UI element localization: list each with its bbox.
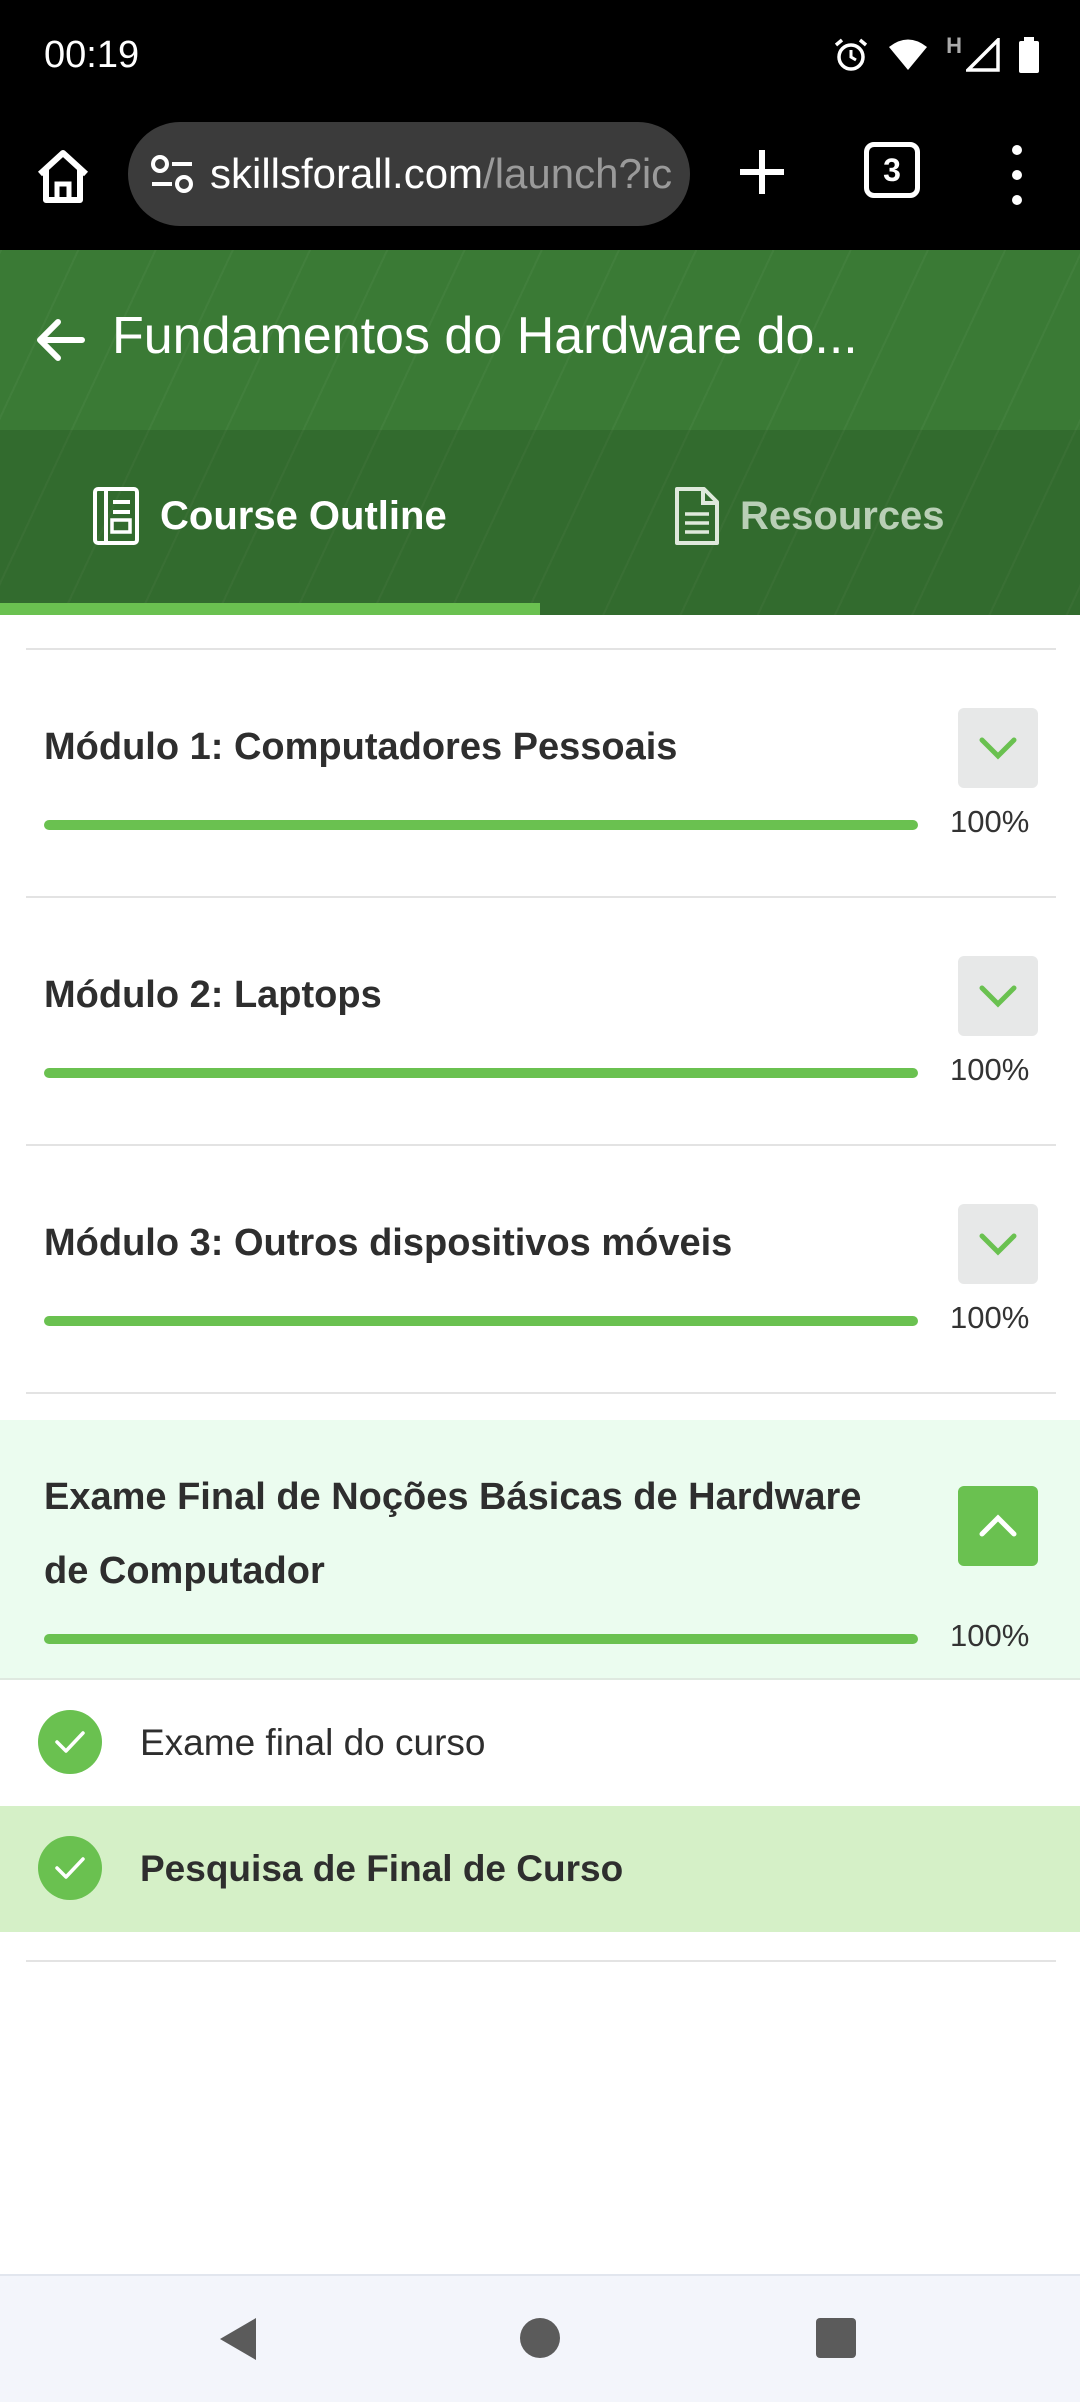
module-3-expand-button[interactable] <box>958 1204 1038 1284</box>
wifi-icon <box>889 39 928 70</box>
final-exam-section[interactable]: Exame Final de Noções Básicas de Hardwar… <box>0 1420 1080 1680</box>
module-title: Módulo 1: Computadores Pessoais <box>44 726 678 768</box>
url-text[interactable]: skillsforall.com/launch?ic <box>210 150 672 198</box>
chevron-down-icon <box>979 737 1017 760</box>
tab-course-outline-label: Course Outline <box>160 494 447 538</box>
system-nav-bar <box>0 2274 1080 2402</box>
nav-home-icon[interactable] <box>520 2318 560 2358</box>
list-item-label: Exame final do curso <box>140 1722 486 1763</box>
exam-progress-label: 100% <box>950 1618 1030 1653</box>
more-vert-icon[interactable] <box>1000 140 1034 210</box>
active-tab-indicator <box>0 603 540 615</box>
divider <box>26 1960 1056 1962</box>
module-progress-bar <box>44 1068 918 1078</box>
browser-toolbar: skillsforall.com/launch?ic 3 <box>0 118 1080 250</box>
list-item-label: Pesquisa de Final de Curso <box>140 1848 624 1889</box>
url-path: /launch?ic <box>483 150 673 197</box>
module-2-expand-button[interactable] <box>958 956 1038 1036</box>
divider <box>26 1144 1056 1146</box>
module-2[interactable]: Módulo 2: Laptops 100% <box>0 948 1080 1148</box>
nav-recents-icon[interactable] <box>816 2318 856 2358</box>
tab-course-outline[interactable]: Course Outline <box>0 430 540 615</box>
module-progress-label: 100% <box>950 1300 1030 1335</box>
site-settings-icon[interactable] <box>150 154 194 194</box>
document-icon <box>675 487 719 545</box>
exam-collapse-button[interactable] <box>958 1486 1038 1566</box>
back-arrow-icon[interactable] <box>30 310 90 370</box>
chevron-down-icon <box>979 1233 1017 1256</box>
completed-check-icon <box>38 1836 102 1900</box>
list-item-pesquisa-final[interactable]: Pesquisa de Final de Curso <box>0 1806 1080 1932</box>
url-host: skillsforall.com <box>210 150 484 197</box>
tab-switcher-button[interactable]: 3 <box>864 142 920 198</box>
module-progress-label: 100% <box>950 804 1030 839</box>
module-title: Módulo 2: Laptops <box>44 974 382 1016</box>
module-progress-bar <box>44 820 918 830</box>
chevron-up-icon <box>979 1514 1017 1537</box>
divider <box>26 1392 1056 1394</box>
status-bar: 00:19 H <box>0 0 1080 118</box>
address-bar[interactable]: skillsforall.com/launch?ic <box>128 122 690 226</box>
exam-title: Exame Final de Noções Básicas de Hardwar… <box>44 1476 862 1592</box>
chevron-down-icon <box>979 985 1017 1008</box>
module-progress-bar <box>44 1316 918 1326</box>
course-title: Fundamentos do Hardware do... <box>112 307 858 365</box>
module-1[interactable]: Módulo 1: Computadores Pessoais 100% <box>0 700 1080 900</box>
tab-resources-label: Resources <box>740 494 945 538</box>
status-icons: H <box>832 33 1040 74</box>
course-header: Fundamentos do Hardware do... Course Out… <box>0 250 1080 615</box>
home-icon[interactable] <box>30 144 96 210</box>
divider <box>26 896 1056 898</box>
exam-progress-bar <box>44 1634 918 1644</box>
signal-icon <box>966 38 1000 72</box>
divider <box>26 648 1056 650</box>
plus-icon[interactable] <box>730 140 794 204</box>
status-time: 00:19 <box>44 34 140 76</box>
outline-icon <box>93 487 139 545</box>
network-type-label: H <box>946 33 962 58</box>
battery-icon <box>1019 37 1039 73</box>
alarm-icon <box>834 38 868 71</box>
tab-resources[interactable]: Resources <box>540 430 1080 615</box>
course-tabs: Course Outline Resources <box>0 430 1080 615</box>
completed-check-icon <box>38 1710 102 1774</box>
module-progress-label: 100% <box>950 1052 1030 1087</box>
module-3[interactable]: Módulo 3: Outros dispositivos móveis 100… <box>0 1196 1080 1396</box>
course-title-row: Fundamentos do Hardware do... <box>0 250 1080 430</box>
module-title: Módulo 3: Outros dispositivos móveis <box>44 1222 733 1264</box>
module-1-expand-button[interactable] <box>958 708 1038 788</box>
nav-back-icon[interactable] <box>218 2316 258 2362</box>
list-item-exame-final[interactable]: Exame final do curso <box>0 1680 1080 1806</box>
